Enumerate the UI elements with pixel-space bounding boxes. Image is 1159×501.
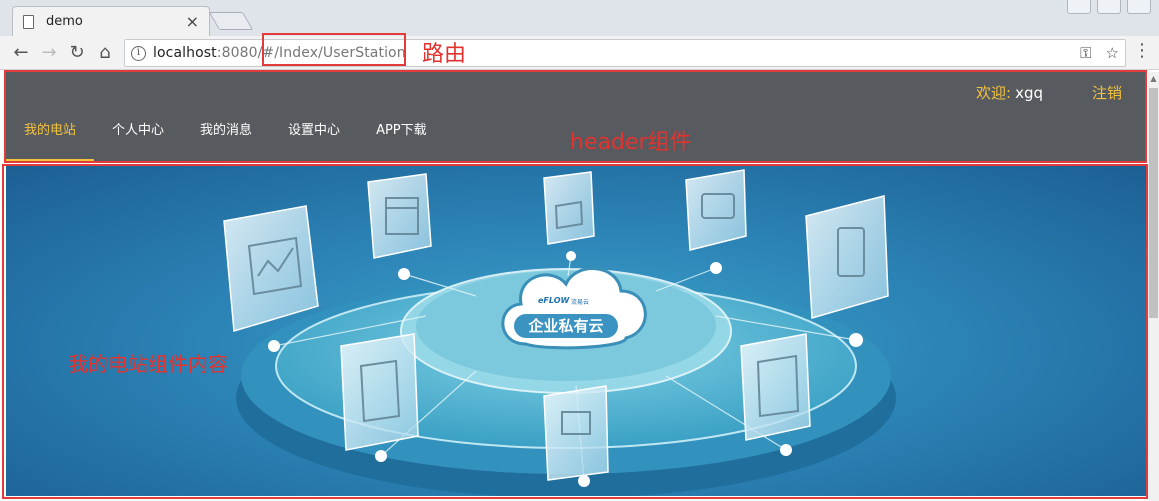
browser-toolbar: ← → ↻ ⌂ i localhost:8080/#/Index/UserSta… <box>0 36 1159 70</box>
page-scrollbar[interactable]: ▲ <box>1148 72 1159 501</box>
route-annotation: 路由 <box>422 42 467 67</box>
page-icon <box>23 14 34 29</box>
browser-tab[interactable]: demo × <box>12 6 210 36</box>
bookmark-star-icon[interactable]: ☆ <box>1106 44 1119 62</box>
new-tab-button[interactable] <box>208 12 254 30</box>
tab-title: demo <box>46 14 83 29</box>
close-tab-icon[interactable]: × <box>186 13 199 30</box>
close-window-button[interactable] <box>1127 0 1151 14</box>
info-icon[interactable]: i <box>131 45 146 61</box>
forward-arrow-icon[interactable]: → <box>36 40 62 66</box>
station-annotation: 我的电站组件内容 <box>68 352 228 376</box>
browser-tabstrip: demo × <box>0 0 1159 36</box>
station-highlight-box <box>2 164 1148 499</box>
route-highlight-box <box>262 33 406 66</box>
minimize-button[interactable] <box>1067 0 1091 14</box>
scroll-up-icon[interactable]: ▲ <box>1149 74 1158 84</box>
header-annotation: header组件 <box>570 130 692 155</box>
key-icon[interactable]: ⚿ <box>1080 44 1091 62</box>
home-icon[interactable]: ⌂ <box>92 40 118 66</box>
scroll-thumb[interactable] <box>1149 88 1158 318</box>
back-arrow-icon[interactable]: ← <box>8 40 34 66</box>
reload-icon[interactable]: ↻ <box>64 40 90 66</box>
maximize-button[interactable] <box>1097 0 1121 14</box>
browser-menu-icon[interactable]: ⋮ <box>1133 40 1151 61</box>
window-controls <box>1067 0 1151 14</box>
